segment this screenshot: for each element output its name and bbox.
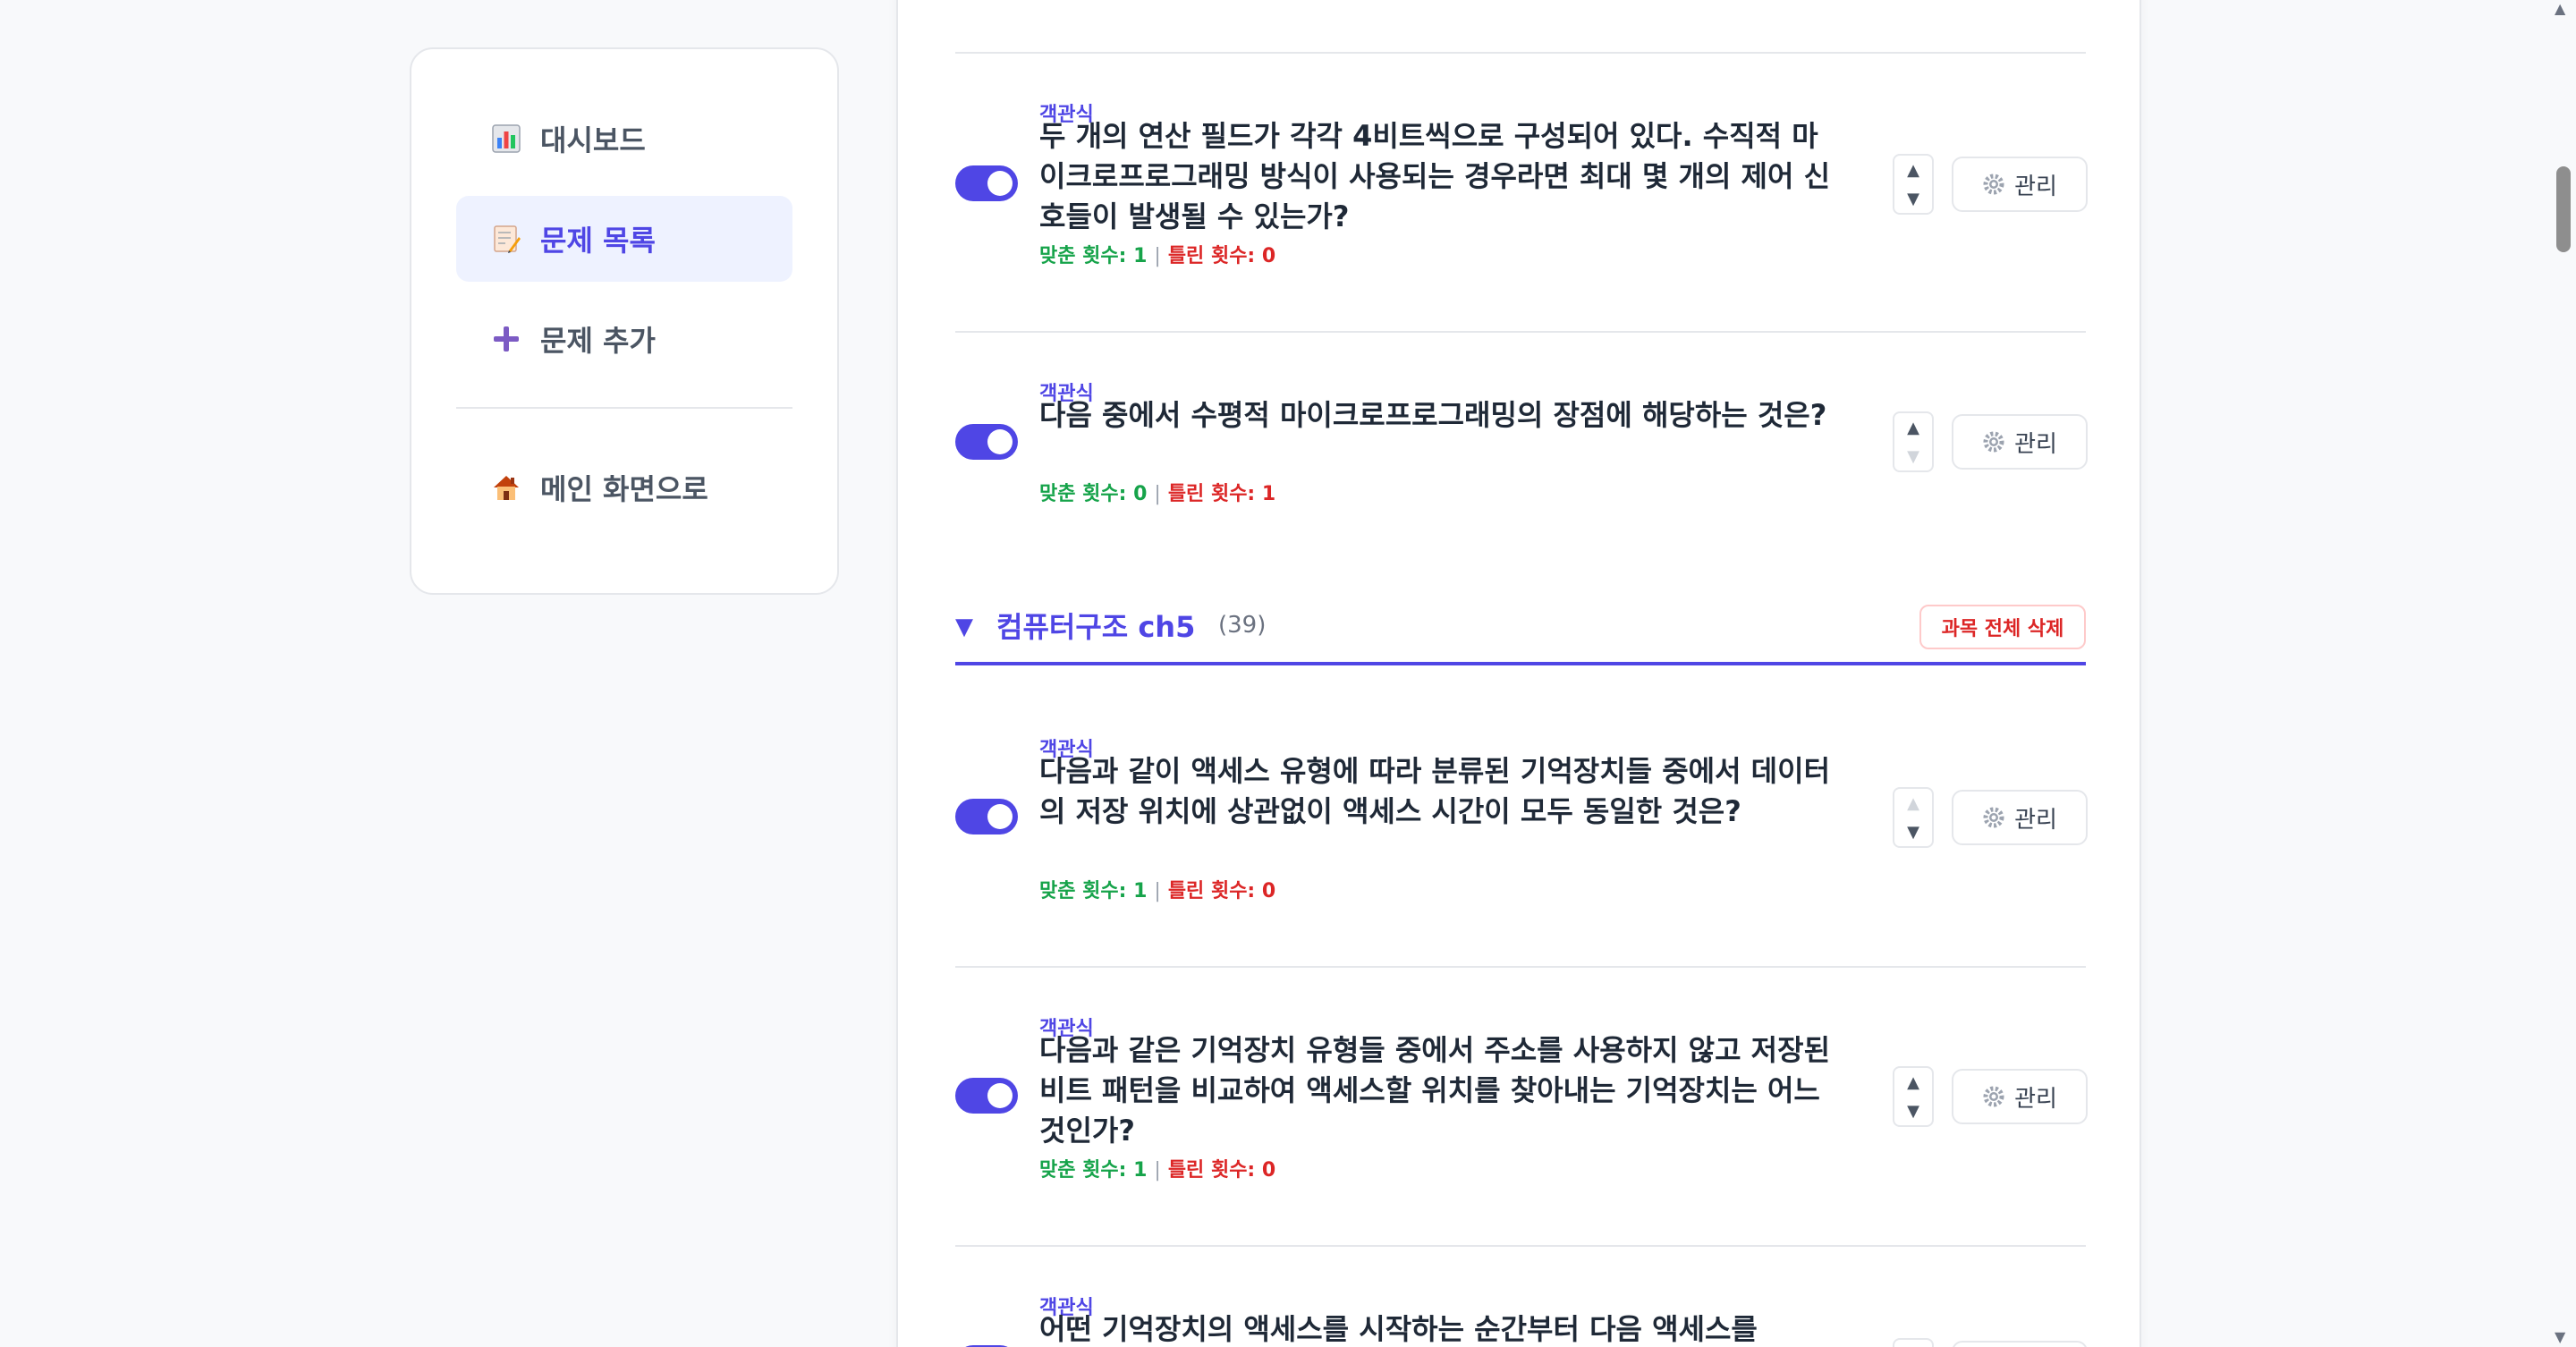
move-up-button[interactable]: ▲ [1894, 156, 1932, 184]
memo-icon [488, 221, 524, 257]
question-toggle[interactable] [955, 424, 1018, 460]
question-item: 객관식 어떤 기억장치의 액세스를 시작하는 순간부터 다음 액세스를 ▲ ▼ [955, 1292, 2088, 1347]
question-stats: 맞춘 횟수: 1 | 틀린 횟수: 0 [1039, 880, 1276, 902]
wrong-count: 틀린 횟수: 0 [1167, 880, 1276, 902]
wrong-count: 틀린 횟수: 1 [1167, 483, 1276, 505]
delete-subject-button[interactable]: 과목 전체 삭제 [1919, 605, 2086, 649]
correct-count: 맞춘 횟수: 1 [1039, 245, 1148, 267]
question-stats: 맞춘 횟수: 1 | 틀린 횟수: 0 [1039, 1159, 1276, 1182]
manage-button[interactable] [1952, 1341, 2088, 1347]
manage-button[interactable]: 관리 [1952, 157, 2088, 212]
manage-label: 관리 [2014, 430, 2057, 458]
question-text[interactable]: 다음 중에서 수평적 마이크로프로그래밍의 장점에 해당하는 것은? [1039, 395, 1844, 436]
correct-count: 맞춘 횟수: 1 [1039, 880, 1148, 902]
question-list-panel: · · · · 객관식 두 개의 연산 필드가 각각 4비트씩으로 구성되어 있… [896, 0, 2141, 1347]
scrollbar-thumb[interactable] [2556, 166, 2571, 252]
question-toggle[interactable] [955, 799, 1018, 834]
question-item: 객관식 다음 중에서 수평적 마이크로프로그래밍의 장점에 해당하는 것은? 맞… [955, 377, 2088, 521]
divider [955, 966, 2086, 968]
move-down-button[interactable]: ▼ [1894, 1097, 1932, 1125]
scroll-down-arrow-icon[interactable]: ▼ [2555, 1328, 2565, 1345]
section-count: (39) [1218, 612, 1267, 639]
move-down-button[interactable]: ▼ [1894, 818, 1932, 846]
manage-button[interactable]: 관리 [1952, 790, 2088, 845]
manage-label: 관리 [2014, 173, 2057, 200]
scroll-up-arrow-icon[interactable]: ▲ [2555, 0, 2565, 17]
previous-question-stats-partial: · · · · [1036, 0, 1080, 4]
section-underline [955, 662, 2086, 665]
divider [955, 331, 2086, 333]
wrong-count: 틀린 횟수: 0 [1167, 245, 1276, 267]
wrong-count: 틀린 횟수: 0 [1167, 1159, 1276, 1182]
question-text[interactable]: 어떤 기억장치의 액세스를 시작하는 순간부터 다음 액세스를 [1039, 1309, 1844, 1347]
reorder-arrows: ▲ ▼ [1893, 411, 1934, 472]
question-stats: 맞춘 횟수: 0 | 틀린 횟수: 1 [1039, 483, 1276, 505]
manage-label: 관리 [2014, 1085, 2057, 1113]
manage-label: 관리 [2014, 806, 2057, 834]
manage-button[interactable]: 관리 [1952, 1069, 2088, 1124]
question-stats: 맞춘 횟수: 1 | 틀린 횟수: 0 [1039, 245, 1276, 267]
sidebar-item-home[interactable]: 메인 화면으로 [456, 445, 792, 530]
sidebar: 대시보드 문제 목록 문제 추가 메인 화면으로 [410, 47, 839, 595]
plus-icon [488, 321, 524, 357]
gear-icon [1982, 173, 2005, 196]
sidebar-item-label: 문제 추가 [540, 324, 656, 358]
section-title[interactable]: 컴퓨터구조 ch5 [996, 605, 1195, 646]
reorder-arrows: ▲ ▼ [1893, 787, 1934, 848]
correct-count: 맞춘 횟수: 1 [1039, 1159, 1148, 1182]
subject-section-header: ▼ 컴퓨터구조 ch5 (39) 과목 전체 삭제 [955, 592, 2086, 665]
question-text[interactable]: 다음과 같이 액세스 유형에 따라 분류된 기억장치들 중에서 데이터의 저장 … [1039, 751, 1844, 832]
manage-button[interactable]: 관리 [1952, 414, 2088, 470]
sidebar-item-add-question[interactable]: 문제 추가 [456, 296, 792, 382]
sidebar-item-label: 대시보드 [540, 123, 646, 157]
divider [955, 1245, 2086, 1247]
question-toggle[interactable] [955, 165, 1018, 201]
gear-icon [1982, 806, 2005, 829]
move-up-button[interactable]: ▲ [1894, 1068, 1932, 1097]
reorder-arrows: ▲ ▼ [1893, 1338, 1934, 1347]
question-item: 객관식 두 개의 연산 필드가 각각 4비트씩으로 구성되어 있다. 수직적 마… [955, 98, 2088, 286]
move-down-button[interactable]: ▼ [1894, 442, 1932, 470]
move-up-button[interactable]: ▲ [1894, 413, 1932, 442]
house-icon [488, 470, 524, 505]
collapse-caret-icon[interactable]: ▼ [955, 614, 973, 640]
sidebar-item-dashboard[interactable]: 대시보드 [456, 96, 792, 182]
gear-icon [1982, 430, 2005, 453]
sidebar-item-label: 메인 화면으로 [540, 472, 708, 506]
question-text[interactable]: 다음과 같은 기억장치 유형들 중에서 주소를 사용하지 않고 저장된 비트 패… [1039, 1030, 1844, 1151]
move-up-button[interactable]: ▲ [1894, 789, 1932, 818]
question-item: 객관식 다음과 같은 기억장치 유형들 중에서 주소를 사용하지 않고 저장된 … [955, 1012, 2088, 1200]
divider [955, 52, 2086, 54]
gear-icon [1982, 1085, 2005, 1108]
correct-count: 맞춘 횟수: 0 [1039, 483, 1148, 505]
question-toggle[interactable] [955, 1078, 1018, 1114]
sidebar-item-label: 문제 목록 [540, 224, 656, 258]
question-text[interactable]: 두 개의 연산 필드가 각각 4비트씩으로 구성되어 있다. 수직적 마이크로프… [1039, 116, 1844, 237]
bar-chart-icon [488, 121, 524, 157]
move-up-button[interactable]: ▲ [1894, 1340, 1932, 1347]
reorder-arrows: ▲ ▼ [1893, 1066, 1934, 1127]
question-item: 객관식 다음과 같이 액세스 유형에 따라 분류된 기억장치들 중에서 데이터의… [955, 733, 2088, 921]
page-scrollbar[interactable]: ▲ ▼ [2551, 0, 2576, 1347]
sidebar-divider [456, 407, 792, 409]
reorder-arrows: ▲ ▼ [1893, 154, 1934, 215]
sidebar-item-question-list[interactable]: 문제 목록 [456, 196, 792, 282]
move-down-button[interactable]: ▼ [1894, 184, 1932, 213]
